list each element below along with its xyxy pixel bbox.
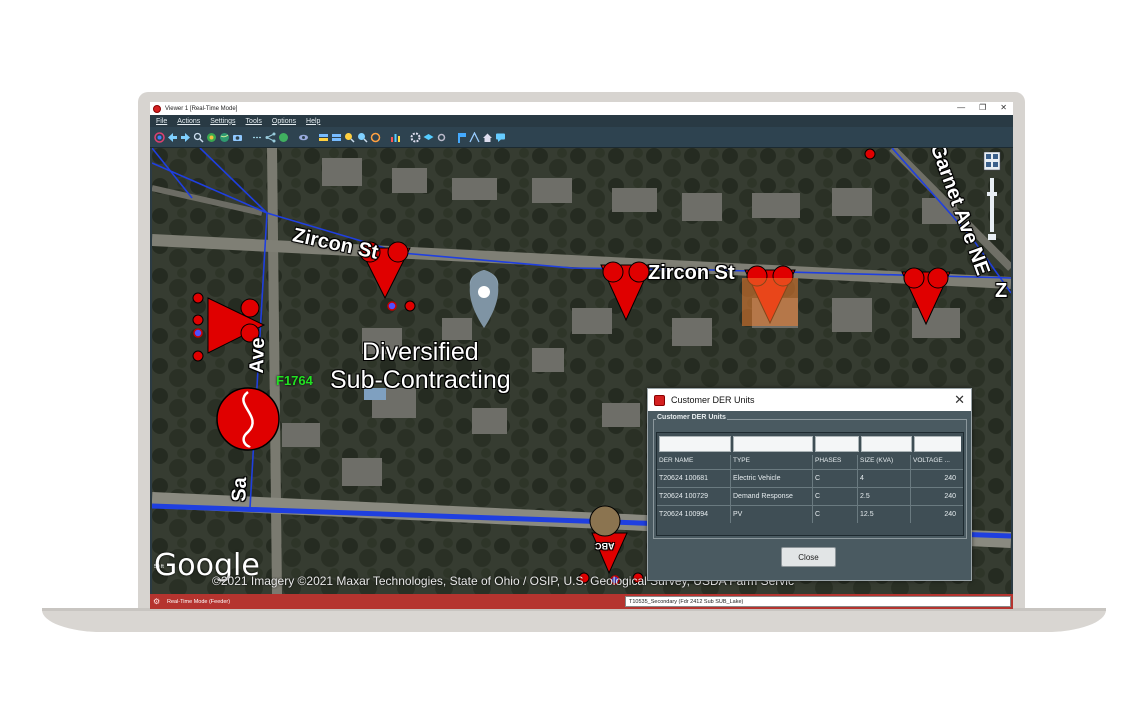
network-icon[interactable] — [264, 131, 276, 144]
close-window-button[interactable]: ✕ — [1000, 103, 1007, 112]
zoom-in-icon[interactable] — [343, 131, 355, 144]
app-logo-icon — [654, 394, 665, 406]
cell-phases: C — [813, 470, 858, 487]
street-label: Zircon St — [648, 262, 735, 284]
street-label: Ave — [245, 337, 270, 374]
home-icon[interactable] — [481, 131, 493, 144]
back-arrow-icon[interactable] — [166, 131, 178, 144]
der-name-filter-input[interactable] — [659, 436, 732, 452]
cell-type: Electric Vehicle — [731, 470, 813, 487]
der-units-table: DER NAME TYPE PHASES SIZE (KVA) VOLTAGE … — [656, 432, 964, 536]
feeder-label: F1764 — [276, 373, 313, 388]
layers-add-icon[interactable] — [330, 131, 342, 144]
zoom-out-icon[interactable] — [356, 131, 368, 144]
poi-label: Diversified Sub-Contracting — [330, 338, 511, 394]
target-icon[interactable] — [153, 131, 165, 144]
size-filter-input[interactable] — [860, 436, 913, 452]
chart-icon[interactable] — [389, 131, 401, 144]
chat-icon[interactable] — [494, 131, 506, 144]
app-logo-icon — [153, 104, 161, 113]
poi-label-line1: Diversified — [361, 338, 479, 366]
restore-button[interactable]: ❐ — [979, 103, 986, 112]
menu-settings[interactable]: Settings — [210, 118, 235, 125]
menu-options[interactable]: Options — [272, 118, 296, 125]
dialog-title-bar: Customer DER Units ✕ — [648, 389, 971, 411]
phases-filter-input[interactable] — [814, 436, 859, 452]
search-icon[interactable] — [192, 131, 204, 144]
voltage-filter-input[interactable] — [914, 436, 961, 452]
column-header-size[interactable]: SIZE (KVA) — [858, 455, 911, 469]
column-header-type[interactable]: TYPE — [731, 455, 813, 469]
transformer-label: ABC — [595, 541, 615, 551]
status-selection: T10535_Secondary (Fdr 2412 Sub SUB_Lake) — [625, 596, 1011, 607]
measure-icon[interactable] — [468, 131, 480, 144]
cell-voltage: 240 — [944, 511, 956, 518]
cell-der-name: T20624 100681 — [657, 470, 731, 487]
forward-arrow-icon[interactable] — [179, 131, 191, 144]
cap-icon[interactable] — [422, 131, 434, 144]
eye-icon[interactable] — [297, 131, 309, 144]
close-button[interactable]: Close — [781, 547, 836, 567]
table-row[interactable]: T20624 100729 Demand Response C 2.5 240 — [657, 487, 963, 505]
toolbar — [150, 127, 1013, 148]
cell-phases: C — [813, 488, 858, 505]
street-label: Z — [995, 280, 1008, 302]
table-header: DER NAME TYPE PHASES SIZE (KVA) VOLTAGE … — [657, 455, 963, 469]
cell-der-name: T20624 100729 — [657, 488, 731, 505]
table-row[interactable]: T20624 100994 PV C 12.5 240 — [657, 505, 963, 523]
cell-der-name: T20624 100994 — [657, 506, 731, 523]
menu-actions[interactable]: Actions — [177, 118, 200, 125]
cell-size: 4 — [858, 470, 911, 487]
menu-help[interactable]: Help — [306, 118, 320, 125]
status-bar: ⚙ Real-Time Mode (Feeder) T10535_Seconda… — [150, 594, 1013, 609]
map-view[interactable]: Zircon St Zircon St Z Garnet Ave NE Sa A… — [152, 148, 1011, 594]
der-units-group: Customer DER Units DER NAME TYPE PHASES … — [653, 414, 967, 539]
cell-voltage: 240 — [944, 475, 956, 482]
column-header-voltage[interactable]: VOLTAGE ... — [911, 455, 959, 469]
poi-label-line2: Sub-Contracting — [330, 366, 511, 394]
connect-icon[interactable] — [251, 131, 263, 144]
type-filter-input[interactable] — [733, 436, 813, 452]
window-title: Viewer 1 [Real-Time Mode] — [165, 105, 238, 112]
camera-icon[interactable] — [231, 131, 243, 144]
menu-bar: File Actions Settings Tools Options Help — [150, 115, 1013, 127]
minimize-button[interactable]: — — [957, 103, 965, 112]
status-mode: Real-Time Mode (Feeder) — [167, 598, 231, 605]
filter-row — [657, 433, 963, 455]
column-header-phases[interactable]: PHASES — [813, 455, 858, 469]
map-scale: 50 ft — [154, 564, 164, 570]
cell-voltage: 240 — [944, 493, 956, 500]
cell-size: 12.5 — [858, 506, 911, 523]
gear-icon[interactable]: ⚙ — [153, 597, 162, 606]
cell-size: 2.5 — [858, 488, 911, 505]
layers-icon[interactable] — [317, 131, 329, 144]
column-header-der-name[interactable]: DER NAME — [657, 455, 731, 469]
refresh-icon[interactable] — [369, 131, 381, 144]
dialog-title: Customer DER Units — [671, 395, 755, 405]
laptop-frame: Viewer 1 [Real-Time Mode] — ❐ ✕ File Act… — [0, 0, 1148, 724]
settings-icon[interactable] — [435, 131, 447, 144]
menu-file[interactable]: File — [156, 118, 167, 125]
title-bar: Viewer 1 [Real-Time Mode] — ❐ ✕ — [150, 102, 1013, 115]
gear-icon[interactable] — [409, 131, 421, 144]
cell-type: PV — [731, 506, 813, 523]
customer-der-units-dialog: Customer DER Units ✕ Customer DER Units — [647, 388, 972, 581]
dialog-close-icon[interactable]: ✕ — [954, 392, 965, 408]
application-window: Viewer 1 [Real-Time Mode] — ❐ ✕ File Act… — [150, 102, 1013, 609]
laptop-base — [42, 608, 1106, 632]
globe-zoom-icon[interactable] — [205, 131, 217, 144]
cell-phases: C — [813, 506, 858, 523]
street-label: Sa — [228, 476, 252, 503]
cell-type: Demand Response — [731, 488, 813, 505]
globe-green-icon[interactable] — [277, 131, 289, 144]
menu-tools[interactable]: Tools — [246, 118, 262, 125]
flag-icon[interactable] — [455, 131, 467, 144]
table-row[interactable]: T20624 100681 Electric Vehicle C 4 240 — [657, 469, 963, 487]
globe-icon[interactable] — [218, 131, 230, 144]
zoom-control[interactable] — [981, 152, 1003, 242]
group-label: Customer DER Units — [656, 414, 727, 421]
